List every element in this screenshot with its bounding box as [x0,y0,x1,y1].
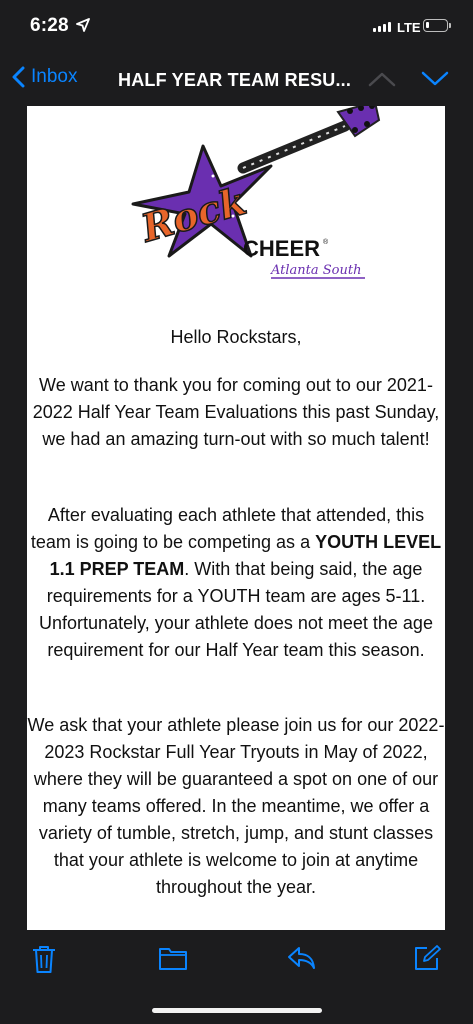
next-message-chevron-down-icon[interactable] [421,70,449,88]
signal-icon [373,22,391,32]
compose-icon[interactable] [413,944,441,972]
location-arrow-icon [76,18,90,32]
home-indicator[interactable] [152,1008,322,1013]
status-time: 6:28 [30,15,69,36]
message-subject-title: HALF YEAR TEAM RESU... [118,70,352,90]
chevron-left-icon [12,66,25,88]
email-greeting: Hello Rockstars, [170,327,302,347]
email-paragraph-1: We want to thank you for coming out to o… [32,375,440,449]
back-to-inbox-button[interactable]: Inbox [12,66,77,88]
status-bar: 6:28 LTE [0,0,473,56]
previous-message-chevron-up-icon[interactable] [368,70,396,88]
battery-icon [423,19,451,32]
svg-text:®: ® [323,238,329,246]
rock-cheer-logo: Rock CHEER ® Atlanta South [131,106,381,279]
svg-text:CHEER: CHEER [243,236,320,261]
back-label: Inbox [31,66,78,87]
email-paragraph-3: We ask that your athlete please join us … [27,715,445,897]
email-message-body: Rock CHEER ® Atlanta South Hello Rocksta… [27,106,445,930]
trash-icon[interactable] [31,944,57,974]
reply-icon[interactable] [286,944,316,972]
svg-text:Atlanta South: Atlanta South [270,263,361,278]
nav-bar: Inbox HALF YEAR TEAM RESU... [0,56,473,106]
network-type: LTE [397,20,421,35]
folder-icon[interactable] [158,944,188,972]
email-paragraph-2: After evaluating each athlete that atten… [27,502,445,664]
